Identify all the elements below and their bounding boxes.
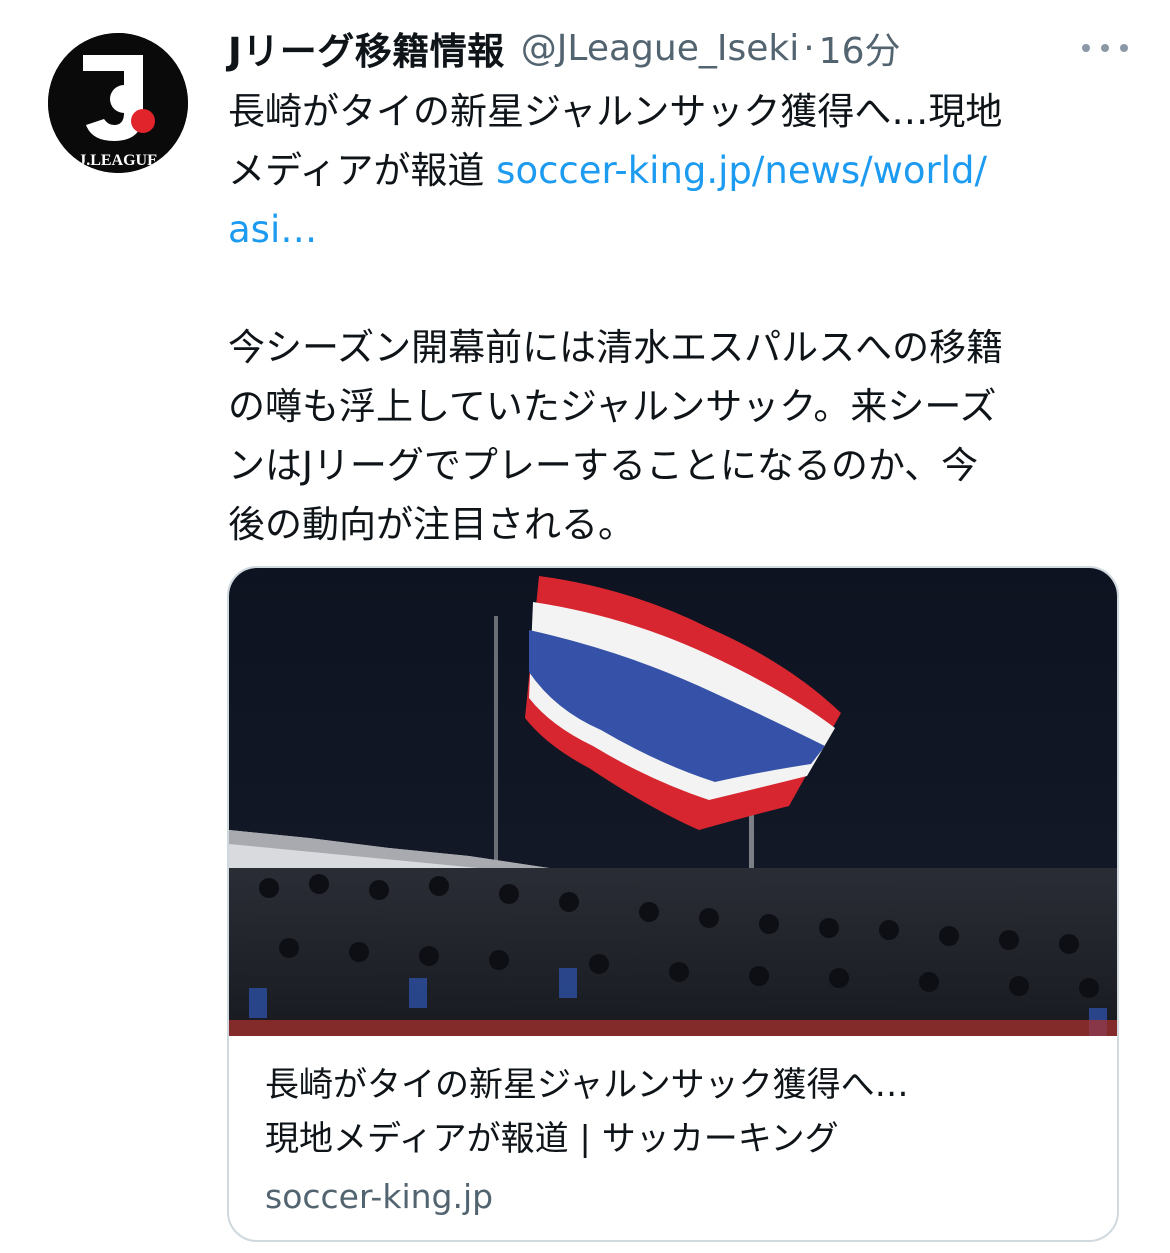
body-line: 後の動向が注目される。: [228, 503, 635, 546]
card-text: 長崎がタイの新星ジャルンサック獲得へ… 現地メディアが報道 | サッカーキング …: [265, 1058, 1105, 1224]
more-dots-icon[interactable]: [1082, 38, 1128, 58]
article-link-cont[interactable]: asi…: [228, 208, 317, 251]
body-line: 今シーズン開幕前には清水エスパルスへの移籍: [228, 326, 1004, 369]
text-line: asi…: [228, 200, 1118, 259]
user-handle[interactable]: @JLeague_Iseki: [521, 28, 799, 69]
article-link[interactable]: soccer-king.jp/news/world/: [496, 149, 987, 192]
separator: ·: [803, 27, 815, 69]
body-line: ンはJリーグでプレーすることになるのか、今: [228, 444, 979, 487]
avatar-text: J.LEAGUE: [78, 152, 158, 169]
text-segment: メディアが報道: [228, 149, 497, 192]
jleague-logo-icon: J.LEAGUE: [48, 33, 188, 173]
tweet-header: Jリーグ移籍情報 @JLeague_Iseki · 16分: [228, 22, 1128, 74]
avatar[interactable]: J.LEAGUE: [48, 33, 188, 173]
tweet-text: 長崎がタイの新星ジャルンサック獲得へ…現地 メディアが報道 soccer-kin…: [228, 82, 1118, 554]
card-title-line: 長崎がタイの新星ジャルンサック獲得へ…: [265, 1065, 909, 1105]
link-card[interactable]: 長崎がタイの新星ジャルンサック獲得へ… 現地メディアが報道 | サッカーキング …: [227, 566, 1119, 1242]
display-name[interactable]: Jリーグ移籍情報: [228, 21, 505, 75]
card-domain: soccer-king.jp: [265, 1177, 494, 1216]
thai-flag-stadium-photo: [229, 568, 1117, 1036]
text-line: 長崎がタイの新星ジャルンサック獲得へ…現地: [228, 90, 1003, 133]
timestamp[interactable]: 16分: [819, 22, 901, 74]
card-title-line: 現地メディアが報道 | サッカーキング: [265, 1119, 839, 1159]
body-line: の噂も浮上していたジャルンサック。来シーズ: [228, 385, 997, 428]
card-image[interactable]: [229, 568, 1117, 1036]
text-line: メディアが報道 soccer-king.jp/news/world/: [228, 141, 1118, 200]
